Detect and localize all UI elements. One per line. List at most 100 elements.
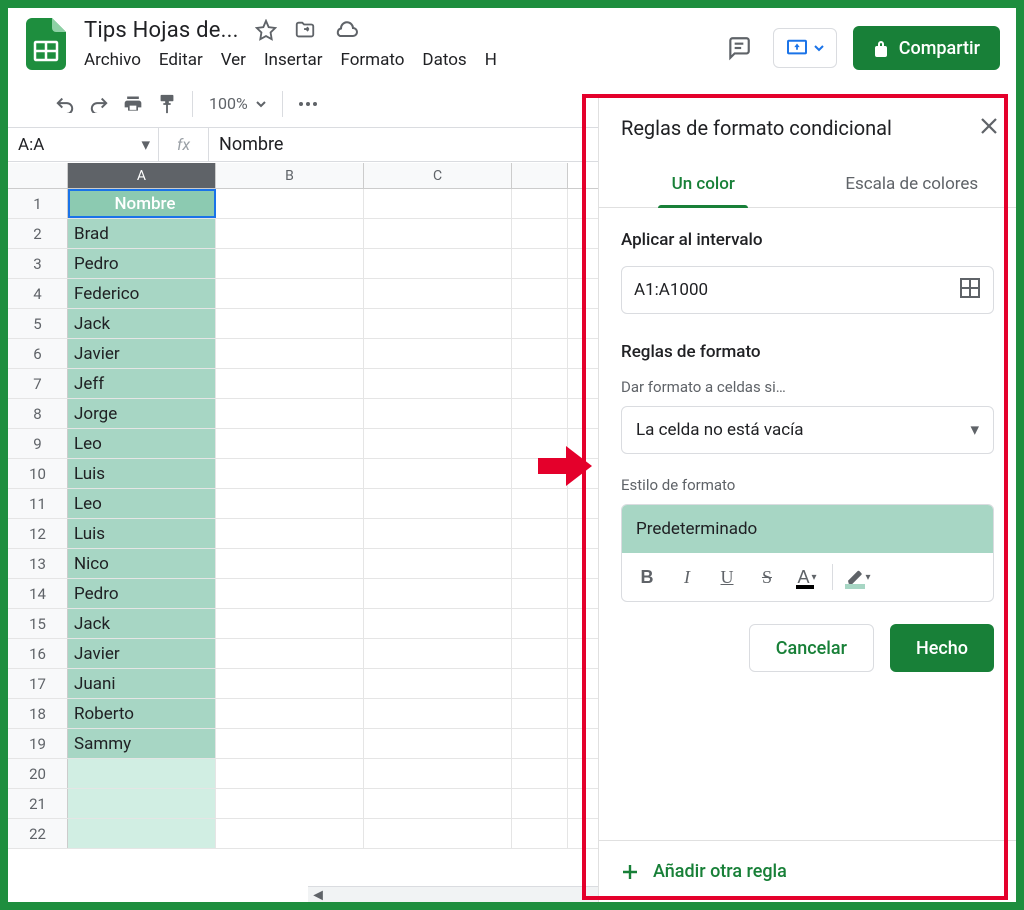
cell[interactable] [512, 279, 568, 308]
menu-h[interactable]: H [485, 50, 497, 70]
menu-datos[interactable]: Datos [422, 50, 466, 70]
cloud-status-icon[interactable] [333, 20, 359, 40]
cell[interactable] [364, 819, 512, 848]
bold-button[interactable]: B [628, 559, 666, 595]
cell[interactable] [216, 669, 364, 698]
menu-archivo[interactable]: Archivo [84, 50, 141, 70]
star-icon[interactable] [255, 19, 277, 41]
cell[interactable] [512, 309, 568, 338]
cell[interactable] [512, 489, 568, 518]
strikethrough-button[interactable]: S [748, 559, 786, 595]
cell[interactable] [364, 429, 512, 458]
share-button[interactable]: Compartir [853, 26, 1000, 70]
cell[interactable] [512, 789, 568, 818]
condition-select[interactable]: La celda no está vacía ▾ [621, 406, 994, 454]
redo-button[interactable] [82, 87, 116, 121]
cell[interactable] [364, 459, 512, 488]
row-header[interactable]: 12 [8, 519, 68, 548]
cell[interactable]: Javier [68, 339, 216, 368]
column-header-d[interactable] [512, 163, 568, 188]
cell[interactable] [216, 579, 364, 608]
cell[interactable] [512, 399, 568, 428]
cell[interactable] [364, 519, 512, 548]
cell[interactable] [364, 789, 512, 818]
cell[interactable] [216, 759, 364, 788]
cell[interactable]: Leo [68, 429, 216, 458]
cell[interactable] [216, 789, 364, 818]
column-header-c[interactable]: C [364, 163, 512, 188]
cell[interactable] [512, 579, 568, 608]
row-header[interactable]: 14 [8, 579, 68, 608]
undo-button[interactable] [48, 87, 82, 121]
tab-single-color[interactable]: Un color [599, 160, 808, 207]
cell[interactable]: Pedro [68, 579, 216, 608]
cell[interactable] [512, 459, 568, 488]
cell[interactable] [216, 609, 364, 638]
cell[interactable] [512, 189, 568, 218]
cell[interactable]: Luis [68, 519, 216, 548]
cell[interactable] [216, 819, 364, 848]
cell[interactable] [512, 669, 568, 698]
select-range-icon[interactable] [959, 277, 981, 304]
cell[interactable] [364, 279, 512, 308]
menu-formato[interactable]: Formato [340, 50, 404, 70]
cell[interactable] [216, 429, 364, 458]
cell[interactable] [364, 369, 512, 398]
row-header[interactable]: 9 [8, 429, 68, 458]
more-tools-icon[interactable] [291, 87, 325, 121]
cell[interactable]: Leo [68, 489, 216, 518]
cell[interactable] [216, 699, 364, 728]
cell[interactable] [216, 729, 364, 758]
cell[interactable] [364, 219, 512, 248]
cancel-button[interactable]: Cancelar [749, 624, 874, 672]
row-header[interactable]: 6 [8, 339, 68, 368]
cell[interactable] [216, 339, 364, 368]
cell[interactable] [364, 309, 512, 338]
cell[interactable]: Roberto [68, 699, 216, 728]
cell[interactable] [364, 249, 512, 278]
cell[interactable] [512, 519, 568, 548]
fill-color-button[interactable]: ▾ [839, 559, 877, 595]
sheets-logo-icon[interactable] [24, 22, 68, 66]
cell[interactable] [512, 369, 568, 398]
cell[interactable] [364, 339, 512, 368]
row-header[interactable]: 19 [8, 729, 68, 758]
cell[interactable]: Juani [68, 669, 216, 698]
row-header[interactable]: 3 [8, 249, 68, 278]
row-header[interactable]: 15 [8, 609, 68, 638]
cell[interactable] [216, 279, 364, 308]
cell[interactable]: Jack [68, 609, 216, 638]
cell[interactable] [216, 489, 364, 518]
cell[interactable] [512, 729, 568, 758]
cell[interactable] [364, 699, 512, 728]
cell[interactable] [68, 789, 216, 818]
row-header[interactable]: 2 [8, 219, 68, 248]
cell[interactable] [512, 429, 568, 458]
cell[interactable] [512, 549, 568, 578]
cell[interactable] [364, 729, 512, 758]
underline-button[interactable]: U [708, 559, 746, 595]
cell[interactable]: Pedro [68, 249, 216, 278]
cell[interactable] [364, 189, 512, 218]
comments-icon[interactable] [721, 30, 757, 66]
cell[interactable] [512, 639, 568, 668]
row-header[interactable]: 17 [8, 669, 68, 698]
cell[interactable] [216, 369, 364, 398]
cell[interactable] [512, 699, 568, 728]
doc-title[interactable]: Tips Hojas de... [84, 18, 239, 43]
cell[interactable] [512, 339, 568, 368]
cell[interactable]: Jack [68, 309, 216, 338]
add-rule-button[interactable]: Añadir otra regla [599, 840, 1016, 902]
cell[interactable] [68, 759, 216, 788]
row-header[interactable]: 13 [8, 549, 68, 578]
italic-button[interactable]: I [668, 559, 706, 595]
cell[interactable] [364, 549, 512, 578]
text-color-button[interactable]: A▾ [788, 559, 826, 595]
cell[interactable] [512, 759, 568, 788]
row-header[interactable]: 21 [8, 789, 68, 818]
cell[interactable] [68, 819, 216, 848]
select-all-corner[interactable] [8, 163, 68, 188]
cell[interactable] [216, 459, 364, 488]
cell[interactable]: Luis [68, 459, 216, 488]
cell[interactable] [216, 639, 364, 668]
